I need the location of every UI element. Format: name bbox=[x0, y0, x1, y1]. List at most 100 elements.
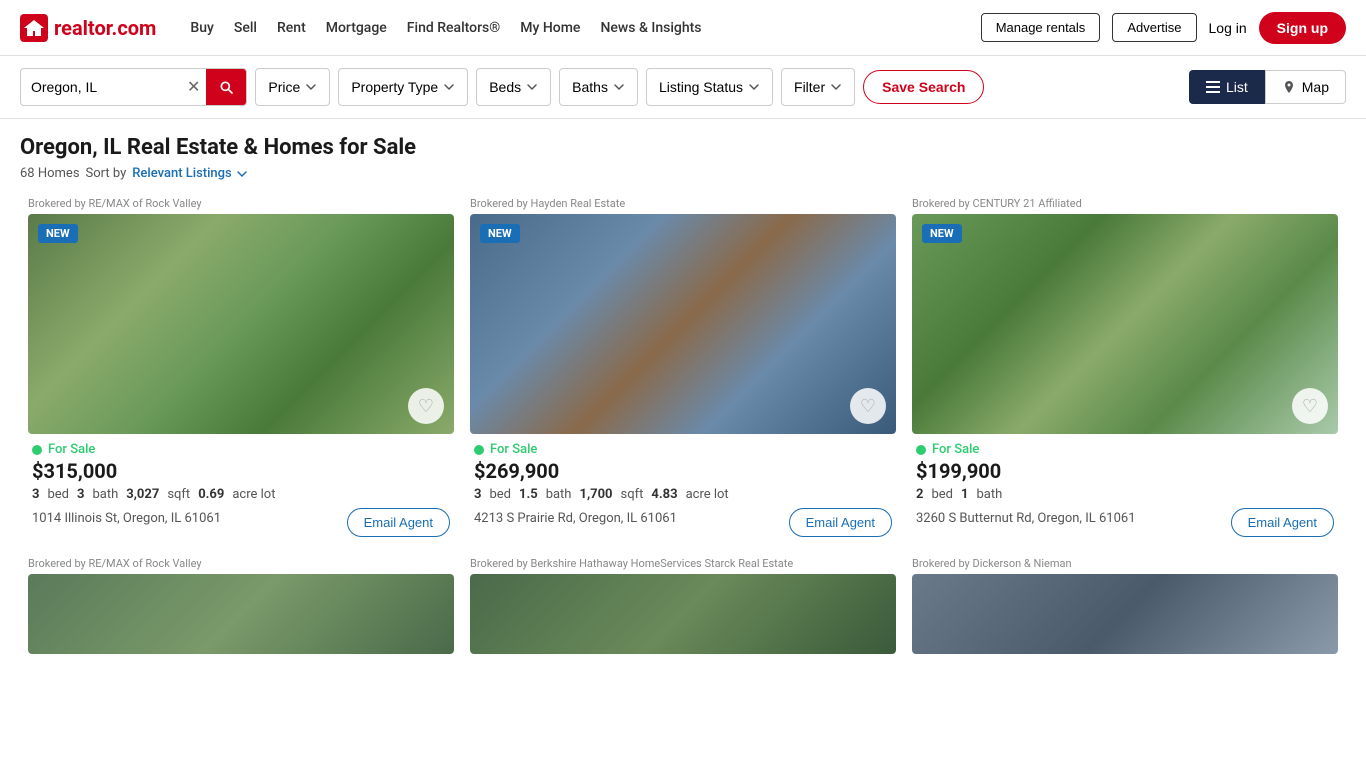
status-text: For Sale bbox=[490, 442, 537, 457]
baths-label: bath bbox=[546, 487, 572, 502]
property-type-filter-button[interactable]: Property Type bbox=[338, 68, 468, 106]
beds-label: bed bbox=[931, 487, 953, 502]
favorite-button[interactable]: ♡ bbox=[408, 388, 444, 424]
card-image: NEW ♡ bbox=[912, 214, 1338, 434]
email-agent-button[interactable]: Email Agent bbox=[789, 508, 892, 537]
card-footer: 1014 Illinois St, Oregon, IL 61061 Email… bbox=[32, 508, 450, 537]
listing-card: Brokered by RE/MAX of Rock Valley NEW ♡ … bbox=[20, 189, 462, 549]
broker-label: Brokered by RE/MAX of Rock Valley bbox=[28, 197, 454, 210]
chevron-down-icon bbox=[526, 81, 538, 93]
card-image bbox=[912, 574, 1338, 654]
signup-button[interactable]: Sign up bbox=[1259, 12, 1346, 44]
baths-label: bath bbox=[92, 487, 118, 502]
manage-rentals-button[interactable]: Manage rentals bbox=[981, 13, 1101, 42]
beds-value: 3 bbox=[32, 487, 39, 502]
nav-mortgage[interactable]: Mortgage bbox=[326, 20, 387, 36]
sqft-label: sqft bbox=[167, 487, 190, 502]
bottom-listings-row: Brokered by RE/MAX of Rock Valley Broker… bbox=[0, 549, 1366, 662]
listing-address: 1014 Illinois St, Oregon, IL 61061 bbox=[32, 511, 221, 526]
card-image bbox=[470, 574, 896, 654]
login-button[interactable]: Log in bbox=[1209, 20, 1247, 36]
baths-filter-button[interactable]: Baths bbox=[559, 68, 638, 106]
baths-filter-label: Baths bbox=[572, 79, 608, 95]
price-filter-label: Price bbox=[268, 79, 300, 95]
nav-sell[interactable]: Sell bbox=[234, 20, 257, 36]
baths-value: 1 bbox=[961, 487, 968, 502]
email-agent-button[interactable]: Email Agent bbox=[1231, 508, 1334, 537]
favorite-button[interactable]: ♡ bbox=[850, 388, 886, 424]
card-footer: 4213 S Prairie Rd, Oregon, IL 61061 Emai… bbox=[474, 508, 892, 537]
listing-card: Brokered by Hayden Real Estate NEW ♡ For… bbox=[462, 189, 904, 549]
broker-label: Brokered by Berkshire Hathaway HomeServi… bbox=[470, 557, 896, 570]
top-navigation: realtor.com Buy Sell Rent Mortgage Find … bbox=[0, 0, 1366, 56]
list-view-button[interactable]: List bbox=[1189, 70, 1265, 104]
chevron-down-icon bbox=[236, 168, 248, 180]
status-dot bbox=[916, 445, 926, 455]
status-line: For Sale bbox=[32, 442, 450, 457]
beds-label: bed bbox=[489, 487, 511, 502]
page-title: Oregon, IL Real Estate & Homes for Sale bbox=[20, 135, 1346, 160]
listing-status-filter-button[interactable]: Listing Status bbox=[646, 68, 773, 106]
email-agent-button[interactable]: Email Agent bbox=[347, 508, 450, 537]
listing-price: $269,900 bbox=[474, 459, 892, 483]
nav-news-insights[interactable]: News & Insights bbox=[600, 20, 701, 36]
listing-specs: 2 bed 1 bath bbox=[916, 487, 1334, 502]
search-input-wrap: ✕ bbox=[20, 68, 247, 106]
listing-specs: 3 bed 1.5 bath 1,700 sqft 4.83 acre lot bbox=[474, 487, 892, 502]
save-search-button[interactable]: Save Search bbox=[863, 70, 984, 104]
sort-dropdown[interactable]: Relevant Listings bbox=[132, 166, 247, 181]
nav-right: Manage rentals Advertise Log in Sign up bbox=[981, 12, 1346, 44]
nav-buy[interactable]: Buy bbox=[190, 20, 213, 36]
filter-button[interactable]: Filter bbox=[781, 68, 855, 106]
status-dot bbox=[474, 445, 484, 455]
advertise-button[interactable]: Advertise bbox=[1112, 13, 1196, 42]
nav-my-home[interactable]: My Home bbox=[520, 20, 580, 36]
bottom-listing-card: Brokered by Berkshire Hathaway HomeServi… bbox=[462, 549, 904, 662]
listing-status-filter-label: Listing Status bbox=[659, 79, 743, 95]
nav-find-realtors[interactable]: Find Realtors® bbox=[407, 20, 500, 36]
favorite-button[interactable]: ♡ bbox=[1292, 388, 1328, 424]
search-clear-button[interactable]: ✕ bbox=[181, 77, 206, 97]
bottom-listing-card: Brokered by Dickerson & Nieman bbox=[904, 549, 1346, 662]
status-text: For Sale bbox=[932, 442, 979, 457]
property-type-filter-label: Property Type bbox=[351, 79, 438, 95]
nav-rent[interactable]: Rent bbox=[277, 20, 306, 36]
card-info: For Sale $199,900 2 bed 1 bath 3260 S Bu… bbox=[912, 434, 1338, 541]
sort-prefix: Sort by bbox=[86, 166, 127, 181]
lot-value: 0.69 bbox=[198, 487, 224, 502]
site-logo[interactable]: realtor.com bbox=[20, 14, 156, 42]
sort-label: Relevant Listings bbox=[132, 166, 231, 181]
search-icon bbox=[218, 79, 234, 95]
chevron-down-icon bbox=[830, 81, 842, 93]
card-info: For Sale $269,900 3 bed 1.5 bath 1,700 s… bbox=[470, 434, 896, 541]
baths-value: 1.5 bbox=[519, 487, 538, 502]
new-badge: NEW bbox=[480, 224, 520, 243]
status-line: For Sale bbox=[916, 442, 1334, 457]
listing-price: $315,000 bbox=[32, 459, 450, 483]
status-text: For Sale bbox=[48, 442, 95, 457]
map-icon bbox=[1282, 80, 1296, 94]
beds-label: bed bbox=[47, 487, 69, 502]
card-image: NEW ♡ bbox=[470, 214, 896, 434]
status-dot bbox=[32, 445, 42, 455]
baths-value: 3 bbox=[77, 487, 84, 502]
search-input[interactable] bbox=[21, 79, 181, 95]
price-filter-button[interactable]: Price bbox=[255, 68, 330, 106]
card-image bbox=[28, 574, 454, 654]
lot-value: 4.83 bbox=[651, 487, 677, 502]
sort-bar: 68 Homes Sort by Relevant Listings bbox=[20, 166, 1346, 181]
beds-filter-label: Beds bbox=[489, 79, 521, 95]
listing-specs: 3 bed 3 bath 3,027 sqft 0.69 acre lot bbox=[32, 487, 450, 502]
beds-value: 3 bbox=[474, 487, 481, 502]
broker-label: Brokered by RE/MAX of Rock Valley bbox=[28, 557, 454, 570]
search-submit-button[interactable] bbox=[206, 68, 246, 106]
filter-label: Filter bbox=[794, 79, 825, 95]
broker-label: Brokered by Dickerson & Nieman bbox=[912, 557, 1338, 570]
map-view-button[interactable]: Map bbox=[1265, 70, 1346, 104]
view-toggle: List Map bbox=[1189, 70, 1346, 104]
card-info: For Sale $315,000 3 bed 3 bath 3,027 sqf… bbox=[28, 434, 454, 541]
lot-label: acre lot bbox=[686, 487, 729, 502]
beds-value: 2 bbox=[916, 487, 923, 502]
beds-filter-button[interactable]: Beds bbox=[476, 68, 551, 106]
sqft-value: 3,027 bbox=[126, 487, 159, 502]
